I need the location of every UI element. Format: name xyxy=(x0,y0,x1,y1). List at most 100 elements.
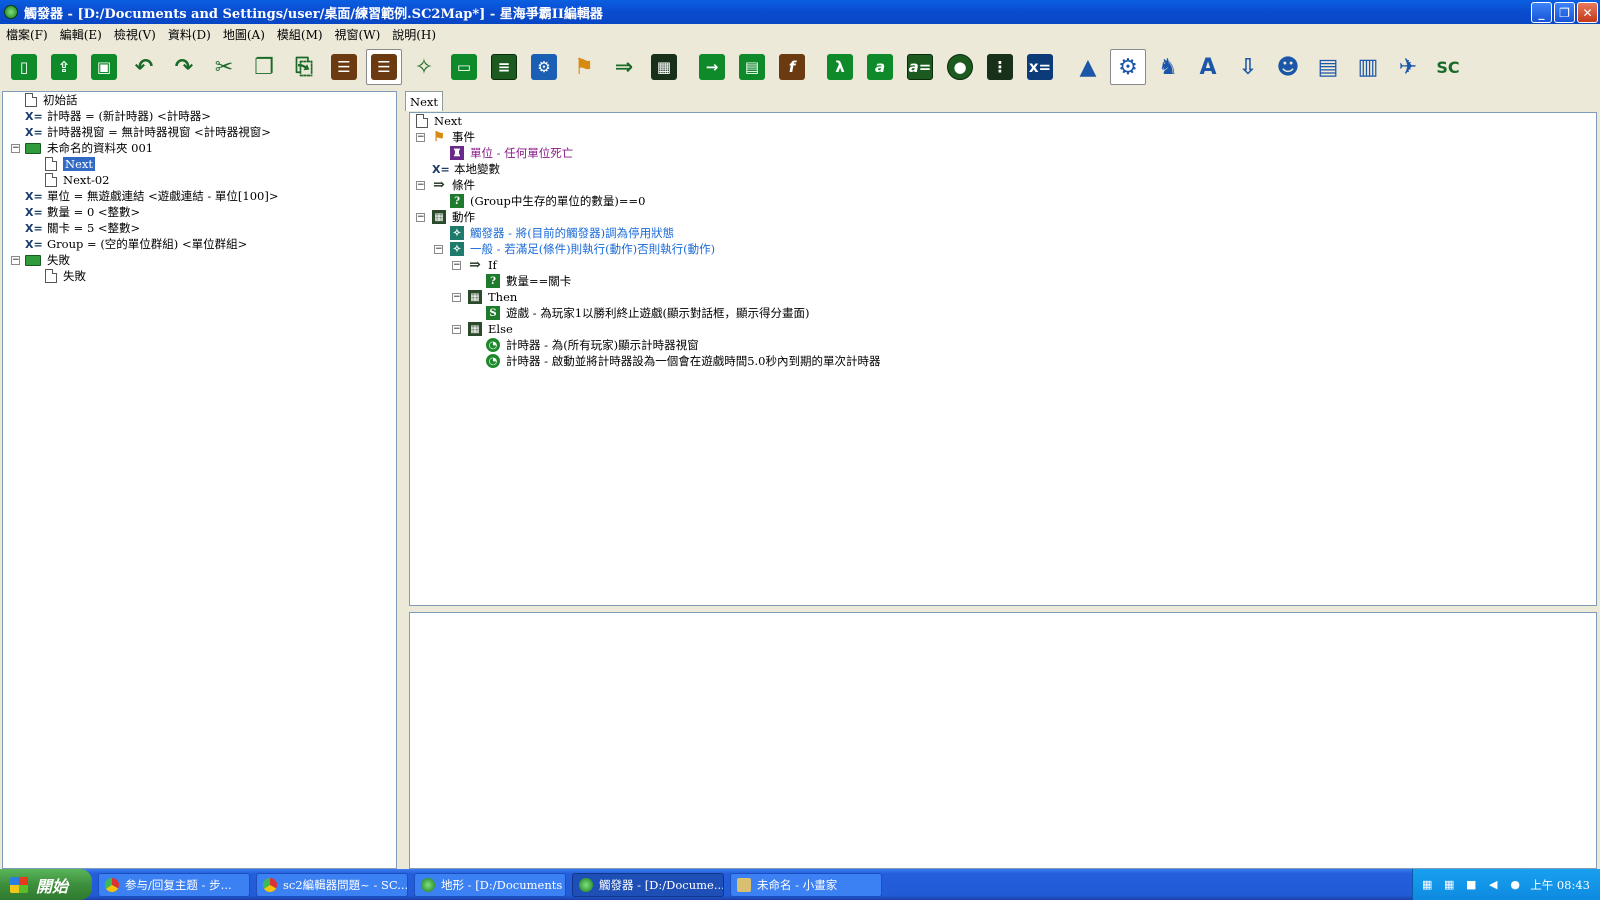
settings-button[interactable]: ⚙ xyxy=(1110,49,1146,85)
collapse-toggle[interactable]: − xyxy=(452,261,461,270)
condition-item[interactable]: ? (Group中生存的單位的數量)==0 xyxy=(450,193,645,209)
menu-view[interactable]: 檢視(V) xyxy=(108,26,162,43)
taskbar-item[interactable]: 地形 - [D:/Documents ... xyxy=(414,872,566,897)
save-button[interactable]: ▣ xyxy=(86,49,122,85)
units-button[interactable]: ♞ xyxy=(1150,49,1186,85)
import-button[interactable]: ⇩ xyxy=(1230,49,1266,85)
tree-item[interactable]: Next-02 xyxy=(45,172,110,188)
condition-item[interactable]: ? 數量==關卡 xyxy=(486,273,571,289)
clock[interactable]: 上午 08:43 xyxy=(1530,877,1590,893)
new-condition-button[interactable]: ⇒ xyxy=(606,49,642,85)
tab-next[interactable]: Next xyxy=(405,91,443,111)
tree-item[interactable]: 失敗 xyxy=(45,268,86,284)
actions-node[interactable]: ▦ 動作 xyxy=(432,209,475,225)
tree-item[interactable]: X= 關卡 = 5 <整數> xyxy=(25,220,140,236)
security-icon[interactable]: ● xyxy=(1508,878,1522,892)
new-record-button[interactable]: ● xyxy=(942,49,978,85)
collapse-toggle[interactable]: − xyxy=(11,144,20,153)
new-folder-button[interactable]: ▭ xyxy=(446,49,482,85)
new-script-button[interactable]: ▤ xyxy=(734,49,770,85)
local-variables-node[interactable]: X= 本地變數 xyxy=(432,161,500,177)
open-file-button[interactable]: ⇪ xyxy=(46,49,82,85)
menu-data[interactable]: 資料(D) xyxy=(162,26,217,43)
app-icon[interactable] xyxy=(4,5,18,19)
new-assign-button[interactable]: a= xyxy=(902,49,938,85)
events-node[interactable]: ⚑ 事件 xyxy=(432,129,475,145)
text-button[interactable]: A xyxy=(1190,49,1226,85)
tree-item[interactable]: X= 單位 = 無遊戲連結 <遊戲連結 - 單位[100]> xyxy=(25,188,279,204)
redo-button[interactable]: ↷ xyxy=(166,49,202,85)
tree-folder[interactable]: 失敗 xyxy=(25,252,70,268)
cut-button[interactable]: ✂ xyxy=(206,49,242,85)
tree-item[interactable]: X= 數量 = 0 <整數> xyxy=(25,204,140,220)
data-button[interactable]: ✈ xyxy=(1390,49,1426,85)
cutscene-button[interactable]: ▤ xyxy=(1310,49,1346,85)
menu-module[interactable]: 模組(M) xyxy=(271,26,329,43)
new-code-button[interactable]: ⋮ xyxy=(982,49,1018,85)
new-function-button[interactable]: f xyxy=(774,49,810,85)
action-item[interactable]: ◔ 計時器 - 為(所有玩家)顯示計時器視窗 xyxy=(486,337,699,353)
trigger-root[interactable]: Next xyxy=(416,113,462,129)
new-file-button[interactable]: ▯ xyxy=(6,49,42,85)
taskbar-item[interactable]: 参与/回复主题 - 步... xyxy=(98,872,250,897)
minimize-button[interactable]: _ xyxy=(1531,2,1552,23)
new-lambda-button[interactable]: λ xyxy=(822,49,858,85)
new-gear-button[interactable]: ⚙ xyxy=(526,49,562,85)
action-item[interactable]: ✧ 一般 - 若滿足(條件)則執行(動作)否則執行(動作) xyxy=(450,241,715,257)
ai-button[interactable]: ☻ xyxy=(1270,49,1306,85)
collapse-toggle[interactable]: − xyxy=(416,133,425,142)
vertical-splitter[interactable] xyxy=(397,91,403,869)
undo-button[interactable]: ↶ xyxy=(126,49,162,85)
taskbar-item[interactable]: 未命名 - 小畫家 xyxy=(730,872,882,897)
new-event-button[interactable]: ⚑ xyxy=(566,49,602,85)
collapse-toggle[interactable]: − xyxy=(452,325,461,334)
new-trigger-button[interactable]: ✧ xyxy=(406,49,442,85)
taskbar-item[interactable]: sc2編輯器問題~ - SC... xyxy=(256,872,408,897)
tree-item[interactable]: X= Group = (空的單位群組) <單位群組> xyxy=(25,236,247,252)
tree-item[interactable]: X= 計時器視窗 = 無計時器視窗 <計時器視窗> xyxy=(25,124,271,140)
action-item[interactable]: ◔ 計時器 - 啟動並將計時器設為一個會在遊戲時間5.0秒內到期的單次計時器 xyxy=(486,353,880,369)
else-node[interactable]: ▦ Else xyxy=(468,321,513,337)
conditions-node[interactable]: ⇒ 條件 xyxy=(432,177,475,193)
menu-help[interactable]: 說明(H) xyxy=(386,26,442,43)
language-icon[interactable]: ▦ xyxy=(1442,878,1456,892)
detail-panel[interactable] xyxy=(409,612,1597,869)
menu-window[interactable]: 視窗(W) xyxy=(329,26,387,43)
action-item[interactable]: S 遊戲 - 為玩家1以勝利終止遊戲(顯示對話框，顯示得分畫面) xyxy=(486,305,809,321)
paste-button[interactable]: ⎘ xyxy=(286,49,322,85)
collapse-toggle[interactable]: − xyxy=(416,213,425,222)
menu-edit[interactable]: 編輯(E) xyxy=(54,26,108,43)
menu-map[interactable]: 地圖(A) xyxy=(217,26,271,43)
copy-button[interactable]: ❐ xyxy=(246,49,282,85)
collapse-toggle[interactable]: − xyxy=(11,256,20,265)
then-node[interactable]: ▦ Then xyxy=(468,289,517,305)
input-method-icon[interactable]: ▦ xyxy=(1420,878,1434,892)
new-variable-button[interactable]: x= xyxy=(1022,49,1058,85)
keyboard-icon[interactable]: ■ xyxy=(1464,878,1478,892)
sc-logo-button[interactable]: SC xyxy=(1430,49,1466,85)
new-comment-button[interactable]: ≡ xyxy=(486,49,522,85)
start-button[interactable]: 開始 xyxy=(0,869,92,900)
new-element-button[interactable]: → xyxy=(694,49,730,85)
tree-item[interactable]: Next xyxy=(45,156,95,172)
restore-button[interactable]: ❐ xyxy=(1554,2,1575,23)
menu-file[interactable]: 檔案(F) xyxy=(0,26,54,43)
new-action-button[interactable]: ▦ xyxy=(646,49,682,85)
film-button[interactable]: ▥ xyxy=(1350,49,1386,85)
trigger-list-button[interactable]: ☰ xyxy=(326,49,362,85)
trigger-editor-button[interactable]: ☰ xyxy=(366,49,402,85)
if-node[interactable]: ⇒ If xyxy=(468,257,497,273)
terrain-button[interactable]: ▲ xyxy=(1070,49,1106,85)
taskbar-item-active[interactable]: 觸發器 - [D:/Docume... xyxy=(572,872,724,897)
close-button[interactable]: ✕ xyxy=(1577,2,1598,23)
collapse-toggle[interactable]: − xyxy=(434,245,443,254)
tree-item[interactable]: 初始話 xyxy=(25,92,78,108)
collapse-toggle[interactable]: − xyxy=(416,181,425,190)
new-param-button[interactable]: a xyxy=(862,49,898,85)
collapse-toggle[interactable]: − xyxy=(452,293,461,302)
back-arrow-icon[interactable]: ◀ xyxy=(1486,878,1500,892)
tree-folder[interactable]: 未命名的資料夾 001 xyxy=(25,140,153,156)
action-item[interactable]: ✧ 觸發器 - 將(目前的觸發器)調為停用狀態 xyxy=(450,225,674,241)
event-item[interactable]: ♜ 單位 - 任何單位死亡 xyxy=(450,145,573,161)
tree-item[interactable]: X= 計時器 = (新計時器) <計時器> xyxy=(25,108,211,124)
